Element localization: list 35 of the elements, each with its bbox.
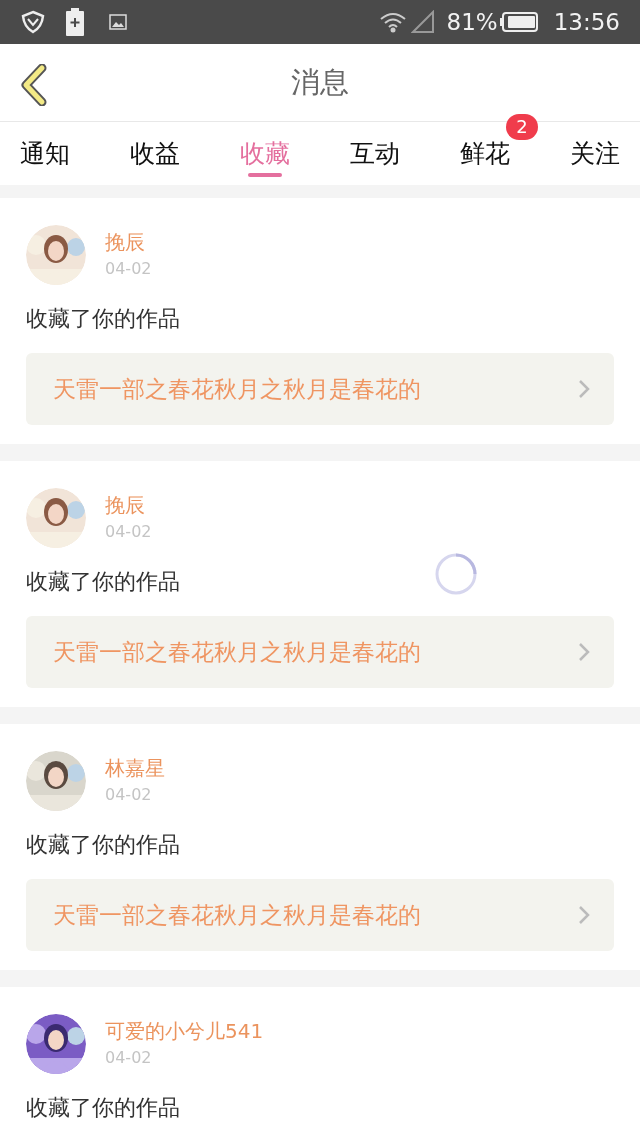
tab[interactable]: 关注: [570, 122, 620, 185]
page-title: 消息: [291, 63, 349, 101]
message-text: 收藏了你的作品: [26, 831, 180, 859]
loading-spinner-icon: [434, 552, 478, 596]
message-date: 04-02: [105, 258, 152, 280]
clock-time: 13:56: [553, 7, 620, 37]
tab[interactable]: 收藏: [240, 122, 290, 185]
chevron-right-icon: [578, 379, 590, 399]
shield-icon: [20, 9, 46, 35]
user-name[interactable]: 林嘉星: [105, 754, 165, 782]
user-name[interactable]: 挽辰: [105, 491, 152, 519]
tab[interactable]: 通知: [20, 122, 70, 185]
chevron-right-icon: [578, 642, 590, 662]
work-link[interactable]: 天雷一部之春花秋月之秋月是春花的: [26, 353, 614, 425]
message-text: 收藏了你的作品: [26, 1094, 180, 1122]
battery-level-icon: [499, 12, 538, 32]
message-text: 收藏了你的作品: [26, 568, 180, 596]
count-badge: 2: [506, 114, 538, 140]
work-link[interactable]: 天雷一部之春花秋月之秋月是春花的: [26, 879, 614, 951]
message-date: 04-02: [105, 784, 153, 806]
back-icon[interactable]: [18, 64, 48, 106]
message-text: 收藏了你的作品: [26, 305, 180, 333]
message-date: 04-02: [105, 1047, 153, 1069]
chevron-right-icon: [578, 905, 590, 925]
message-date: 04-02: [105, 521, 152, 543]
tab[interactable]: 收益: [130, 122, 180, 185]
image-icon: [109, 14, 127, 30]
tab[interactable]: 互动: [350, 122, 400, 185]
user-name[interactable]: 挽辰: [105, 228, 152, 256]
signal-icon: [410, 10, 435, 34]
user-name[interactable]: 可爱的小兮儿541: [105, 1017, 264, 1045]
wifi-icon: [378, 10, 407, 34]
work-link[interactable]: 天雷一部之春花秋月之秋月是春花的: [26, 616, 614, 688]
battery-percent: 81%: [446, 7, 498, 37]
battery-icon: [66, 8, 84, 36]
